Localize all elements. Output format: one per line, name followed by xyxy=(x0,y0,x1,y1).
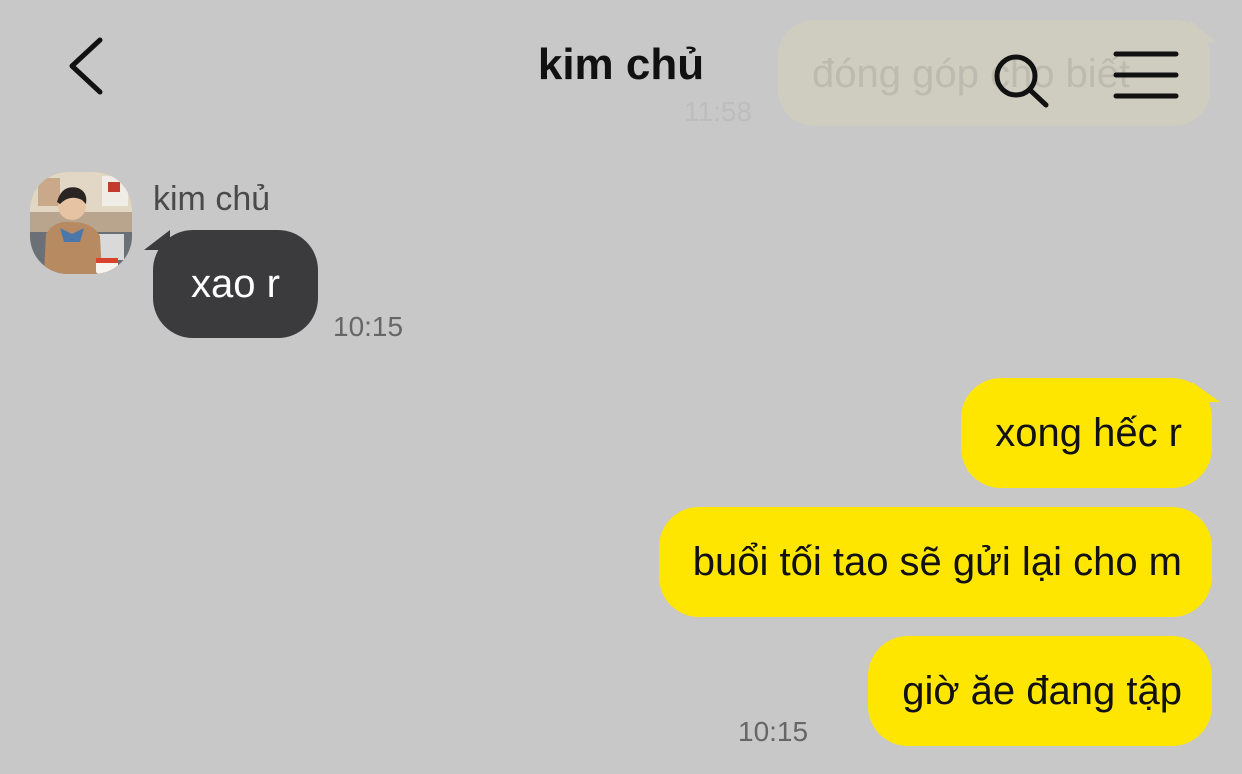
incoming-message-text: xao r xyxy=(191,262,280,306)
outgoing-message-bubble[interactable]: buổi tối tao sẽ gửi lại cho m xyxy=(658,507,1212,617)
incoming-message-bubble[interactable]: xao r xyxy=(153,230,318,338)
menu-button[interactable] xyxy=(1112,48,1180,104)
sender-avatar[interactable] xyxy=(30,172,132,274)
search-button[interactable] xyxy=(990,50,1054,114)
outgoing-message-time: 10:15 xyxy=(738,716,809,747)
chevron-left-icon xyxy=(69,37,103,95)
hamburger-menu-icon xyxy=(1113,51,1179,99)
outgoing-message-text: giờ ăe đang tập xyxy=(902,669,1182,713)
chat-screen: đóng góp cho biết 11:58 kim chủ kim chủ … xyxy=(0,0,1242,774)
outgoing-message-bubble[interactable]: giờ ăe đang tập xyxy=(868,636,1212,746)
outgoing-message-text: buổi tối tao sẽ gửi lại cho m xyxy=(692,540,1182,584)
chat-title: kim chủ xyxy=(537,40,705,89)
search-icon xyxy=(994,54,1049,108)
outgoing-message-bubble[interactable]: xong hếc r xyxy=(961,378,1212,488)
previous-message-text: đóng góp cho biết xyxy=(812,52,1131,96)
previous-message-time: 11:58 xyxy=(684,96,752,127)
back-button[interactable] xyxy=(56,30,120,102)
sender-name: kim chủ xyxy=(153,180,271,218)
outgoing-message-text: xong hếc r xyxy=(995,411,1182,455)
avatar-photo xyxy=(30,172,132,274)
incoming-message-time: 10:15 xyxy=(333,311,404,342)
